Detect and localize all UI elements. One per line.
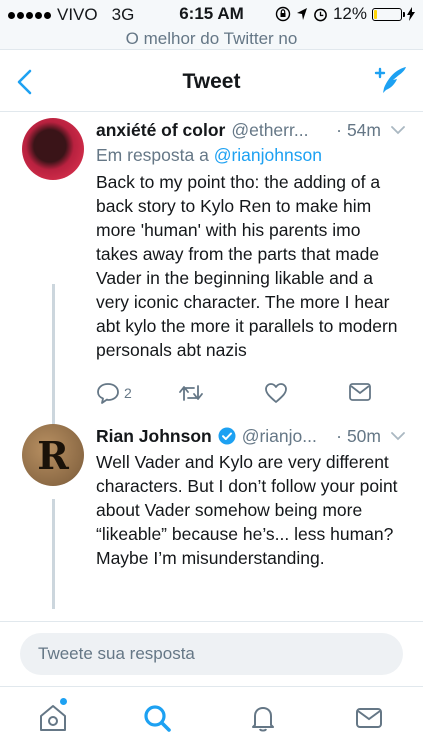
status-bar: VIVO 3G 6:15 AM 12% bbox=[0, 0, 423, 26]
status-area: VIVO 3G 6:15 AM 12% O melhor do Twitter … bbox=[0, 0, 423, 50]
reply-bar: Tweete sua resposta bbox=[0, 621, 423, 685]
home-new-indicator bbox=[59, 697, 68, 706]
chevron-down-icon[interactable] bbox=[391, 431, 405, 441]
location-icon bbox=[296, 8, 307, 20]
reply-input[interactable]: Tweete sua resposta bbox=[20, 633, 403, 675]
envelope-icon bbox=[349, 383, 371, 401]
search-icon[interactable] bbox=[140, 701, 174, 735]
heart-icon bbox=[265, 383, 287, 403]
retweet-button[interactable] bbox=[178, 382, 204, 404]
charging-icon bbox=[407, 7, 415, 21]
chevron-down-icon[interactable] bbox=[391, 125, 405, 135]
tweet-time: 54m bbox=[346, 120, 381, 140]
home-icon[interactable] bbox=[36, 701, 70, 735]
alarm-icon bbox=[314, 8, 327, 21]
author-name[interactable]: anxiété of color bbox=[96, 118, 225, 142]
retweet-icon bbox=[179, 385, 203, 401]
reply-context: Em resposta a @rianjohnson bbox=[96, 142, 405, 168]
tweet-time: 50m bbox=[346, 426, 381, 446]
reply-count: 2 bbox=[124, 385, 132, 401]
reply-mention-link[interactable]: @rianjohnson bbox=[214, 145, 322, 165]
author-handle[interactable]: @etherr... bbox=[231, 118, 332, 142]
separator: · bbox=[336, 426, 342, 446]
tweet-actions: 2 bbox=[96, 376, 405, 412]
author-name[interactable]: Rian Johnson bbox=[96, 424, 212, 448]
tweet-header: Rian Johnson @rianjo... · 50m bbox=[96, 424, 405, 448]
reply-icon bbox=[97, 383, 119, 404]
battery-percent: 12% bbox=[332, 4, 367, 23]
messages-icon[interactable] bbox=[352, 701, 386, 735]
tweet[interactable]: anxiété of color @etherr... · 54m Em res… bbox=[0, 112, 423, 412]
reply-button[interactable]: 2 bbox=[96, 382, 132, 404]
separator: · bbox=[336, 120, 342, 140]
tweet-text: Well Vader and Kylo are very different c… bbox=[96, 452, 398, 568]
notifications-icon[interactable] bbox=[246, 701, 280, 735]
tweet-header: anxiété of color @etherr... · 54m bbox=[96, 118, 405, 142]
tweet-text: Back to my point tho: the adding of a ba… bbox=[96, 172, 398, 360]
author-handle[interactable]: @rianjo... bbox=[242, 424, 332, 448]
battery-icon bbox=[372, 7, 405, 21]
orientation-lock-icon bbox=[275, 6, 291, 22]
tab-bar bbox=[0, 686, 423, 750]
like-button[interactable] bbox=[264, 382, 288, 404]
direct-message-button[interactable] bbox=[348, 382, 372, 402]
page-title: Tweet bbox=[182, 70, 241, 93]
status-right: 12% bbox=[275, 4, 415, 24]
avatar[interactable] bbox=[22, 118, 84, 180]
tweet[interactable]: R Rian Johnson @rianjo... · 50m Well Vad… bbox=[0, 412, 423, 570]
status-banner[interactable]: O melhor do Twitter no bbox=[0, 26, 423, 49]
verified-badge-icon bbox=[218, 427, 236, 445]
tweet-thread: anxiété of color @etherr... · 54m Em res… bbox=[0, 112, 423, 609]
compose-tweet-icon[interactable] bbox=[373, 64, 409, 96]
avatar-letter: R bbox=[37, 432, 69, 478]
avatar[interactable]: R bbox=[22, 424, 84, 486]
nav-bar: Tweet bbox=[0, 50, 423, 112]
reply-prefix: Em resposta a bbox=[96, 145, 209, 165]
